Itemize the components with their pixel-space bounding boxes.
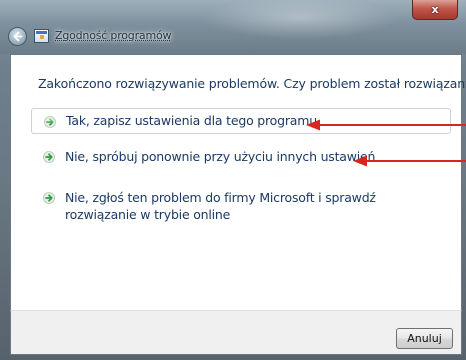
window-frame: x Zgodność programów Zakończono rozwiązy… <box>0 0 466 360</box>
option-label: Nie, zgłoś ten problem do firmy Microsof… <box>65 190 376 222</box>
back-button[interactable] <box>8 27 27 46</box>
annotation-arrow-2 <box>353 155 466 167</box>
green-arrow-icon <box>44 116 56 128</box>
footer-bar: Anuluj <box>10 310 462 355</box>
window-title: Zgodność programów <box>55 29 172 42</box>
cancel-button[interactable]: Anuluj <box>396 328 453 349</box>
page-heading: Zakończono rozwiązywanie problemów. Czy … <box>38 76 466 91</box>
troubleshooter-icon <box>34 29 49 43</box>
content-panel: Zakończono rozwiązywanie problemów. Czy … <box>10 54 466 311</box>
annotation-arrow-1 <box>306 119 466 131</box>
back-arrow-icon <box>13 31 23 42</box>
option-label: Nie, spróbuj ponownie przy użyciu innych… <box>65 149 376 164</box>
title-bar[interactable]: x Zgodność programów <box>0 0 466 54</box>
option-label: Tak, zapisz ustawienia dla tego programu <box>66 113 317 128</box>
green-arrow-icon <box>43 151 55 163</box>
option-report-problem[interactable]: Nie, zgłoś ten problem do firmy Microsof… <box>31 186 451 230</box>
close-button[interactable]: x <box>412 0 458 20</box>
green-arrow-icon <box>43 192 55 204</box>
